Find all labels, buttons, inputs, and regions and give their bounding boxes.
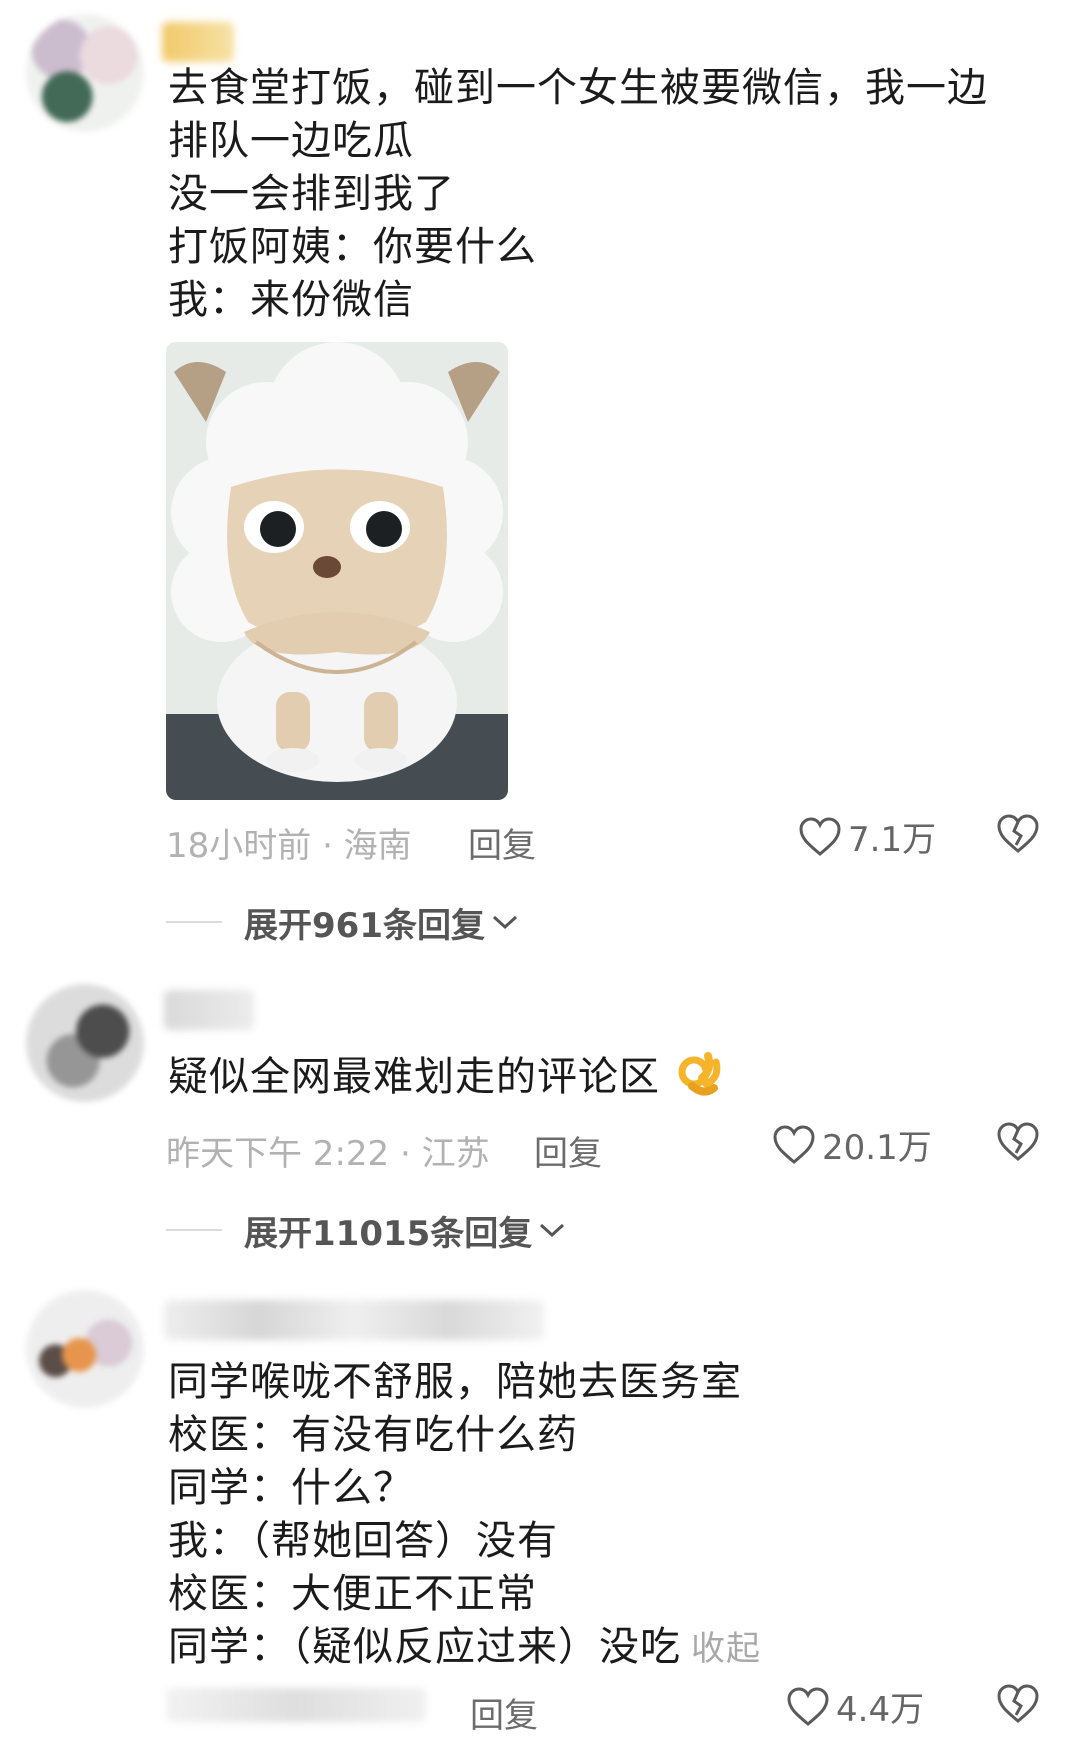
comment-line: 我：来份微信 bbox=[168, 277, 414, 323]
dislike-button[interactable] bbox=[996, 1684, 1040, 1724]
sheep-cartoon-image bbox=[166, 342, 508, 800]
broken-heart-icon bbox=[997, 814, 1039, 853]
username-blurred[interactable] bbox=[162, 22, 234, 62]
heart-icon bbox=[787, 1686, 829, 1726]
like-button[interactable]: 4.4万 bbox=[786, 1682, 924, 1731]
avatar[interactable] bbox=[26, 14, 144, 132]
dislike-button[interactable] bbox=[996, 814, 1040, 854]
username-blurred[interactable] bbox=[164, 1300, 544, 1340]
comment-line: 校医：有没有吃什么药 bbox=[168, 1412, 578, 1458]
reply-button[interactable]: 回复 bbox=[534, 1126, 602, 1175]
like-button[interactable]: 7.1万 bbox=[798, 812, 936, 861]
like-count: 20.1万 bbox=[822, 1128, 932, 1168]
broken-heart-icon bbox=[997, 1122, 1039, 1161]
comment-line-text: 同学：（疑似反应过来）没吃 bbox=[168, 1624, 681, 1670]
expand-replies-label: 展开961条回复 bbox=[244, 905, 485, 946]
time-location-blurred bbox=[166, 1688, 426, 1722]
reply-button[interactable]: 回复 bbox=[468, 818, 536, 867]
comment-meta: 回复 4.4万 bbox=[166, 1682, 1046, 1736]
reply-button[interactable]: 回复 bbox=[470, 1688, 538, 1737]
comment-meta: 昨天下午 2:22 · 江苏 回复 20.1万 bbox=[166, 1120, 1046, 1174]
comment-line: 疑似全网最难划走的评论区 bbox=[168, 1048, 1048, 1104]
divider bbox=[166, 1229, 222, 1231]
chevron-down-icon bbox=[540, 1223, 565, 1238]
comment-line: 没一会排到我了 bbox=[168, 171, 455, 217]
comment-text: 疑似全网最难划走的评论区 bbox=[168, 1048, 1048, 1104]
expand-replies-label: 展开11015条回复 bbox=[244, 1213, 533, 1254]
comment-line: 我：（帮她回答）没有 bbox=[168, 1518, 558, 1564]
comment-meta: 18小时前 · 海南 回复 7.1万 bbox=[166, 812, 1046, 866]
divider bbox=[166, 921, 222, 923]
collapse-button[interactable]: 收起 bbox=[691, 1629, 761, 1669]
comment-line: 同学：（疑似反应过来）没吃 收起 bbox=[168, 1621, 1048, 1676]
chevron-down-icon bbox=[492, 915, 517, 930]
avatar[interactable] bbox=[26, 984, 144, 1102]
comment-line: 打饭阿姨：你要什么 bbox=[168, 224, 537, 270]
like-count: 4.4万 bbox=[836, 1690, 925, 1730]
dislike-button[interactable] bbox=[996, 1122, 1040, 1162]
comment-line: 排队一边吃瓜 bbox=[168, 118, 414, 164]
like-count: 7.1万 bbox=[848, 820, 937, 860]
comment-line: 去食堂打饭，碰到一个女生被要微信，我一边 bbox=[168, 65, 988, 111]
broken-heart-icon bbox=[997, 1684, 1039, 1723]
expand-replies[interactable]: 展开961条回复 bbox=[166, 900, 519, 946]
username-blurred[interactable] bbox=[164, 990, 254, 1030]
expand-replies[interactable]: 展开11015条回复 bbox=[166, 1208, 566, 1254]
comment-line-text: 疑似全网最难划走的评论区 bbox=[168, 1054, 660, 1100]
ok-hand-emoji-icon bbox=[678, 1052, 721, 1096]
time-location: 昨天下午 2:22 · 江苏 bbox=[166, 1134, 490, 1174]
comment-line: 同学：什么？ bbox=[168, 1465, 414, 1511]
comment-line: 同学喉咙不舒服，陪她去医务室 bbox=[168, 1359, 742, 1405]
like-button[interactable]: 20.1万 bbox=[772, 1120, 932, 1169]
comment-line: 校医：大便正不正常 bbox=[168, 1571, 537, 1617]
avatar[interactable] bbox=[26, 1290, 144, 1408]
heart-icon bbox=[799, 816, 841, 856]
comment-text: 去食堂打饭，碰到一个女生被要微信，我一边 排队一边吃瓜 没一会排到我了 打饭阿姨… bbox=[168, 62, 1048, 327]
time-location: 18小时前 · 海南 bbox=[166, 826, 412, 866]
heart-icon bbox=[773, 1124, 815, 1164]
sticker-image[interactable] bbox=[166, 342, 508, 800]
comment-text: 同学喉咙不舒服，陪她去医务室 校医：有没有吃什么药 同学：什么？ 我：（帮她回答… bbox=[168, 1356, 1048, 1676]
